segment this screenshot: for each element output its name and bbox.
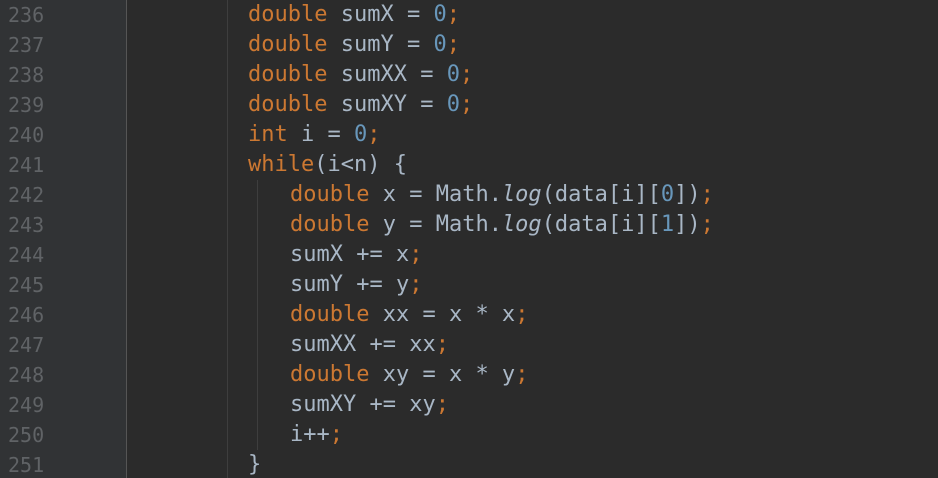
code-text: sumXY += xy bbox=[290, 392, 436, 417]
number-literal: 0 bbox=[660, 182, 675, 207]
keyword: double bbox=[290, 182, 370, 207]
indent-guide bbox=[227, 0, 228, 478]
method-name: log bbox=[501, 212, 542, 237]
code-line[interactable]: } bbox=[248, 450, 261, 478]
semicolon: ; bbox=[329, 422, 343, 447]
code-line[interactable]: i++; bbox=[290, 420, 343, 450]
number-literal: 1 bbox=[660, 212, 675, 237]
code-line[interactable]: double y = Math.log(data[i][1]); bbox=[290, 210, 714, 240]
code-text: sumXX = bbox=[327, 62, 447, 87]
code-text: (data[i][ bbox=[541, 182, 661, 207]
code-line[interactable]: sumXX += xx; bbox=[290, 330, 449, 360]
keyword: double bbox=[290, 212, 370, 237]
code-text: sumX += x bbox=[290, 242, 410, 267]
code-line[interactable]: double sumXX = 0; bbox=[248, 60, 473, 90]
line-number: 245 bbox=[8, 273, 45, 297]
semicolon: ; bbox=[409, 242, 423, 267]
line-number-gutter: 236 237 238 239 240 241 242 243 244 245 … bbox=[0, 0, 127, 478]
keyword: int bbox=[248, 122, 288, 147]
code-text: sumY += y bbox=[290, 272, 410, 297]
code-text: } bbox=[248, 452, 262, 477]
indent-guide bbox=[257, 180, 258, 450]
line-number: 242 bbox=[8, 183, 45, 207]
code-line[interactable]: double xy = x * y; bbox=[290, 360, 528, 390]
line-number: 240 bbox=[8, 123, 45, 147]
line-number: 238 bbox=[8, 63, 45, 87]
code-text: sumXY = bbox=[327, 92, 447, 117]
semicolon: ; bbox=[700, 212, 714, 237]
line-number: 237 bbox=[8, 33, 45, 57]
code-text: (i<n) { bbox=[314, 152, 407, 177]
keyword: double bbox=[248, 32, 328, 57]
semicolon: ; bbox=[446, 32, 460, 57]
semicolon: ; bbox=[409, 272, 423, 297]
code-text: ]) bbox=[674, 212, 701, 237]
keyword: double bbox=[248, 2, 328, 27]
code-text: ]) bbox=[674, 182, 701, 207]
code-line[interactable]: int i = 0; bbox=[248, 120, 380, 150]
code-line[interactable]: sumY += y; bbox=[290, 270, 422, 300]
semicolon: ; bbox=[446, 2, 460, 27]
semicolon: ; bbox=[459, 92, 474, 117]
semicolon: ; bbox=[435, 392, 449, 417]
code-text: y = Math. bbox=[369, 212, 502, 237]
number-literal: 0 bbox=[446, 92, 460, 117]
code-editor[interactable]: 236 237 238 239 240 241 242 243 244 245 … bbox=[0, 0, 938, 478]
code-text: (data[i][ bbox=[541, 212, 661, 237]
code-text: i++ bbox=[290, 422, 330, 447]
code-area[interactable]: double sumX = 0; double sumY = 0; double… bbox=[127, 0, 938, 478]
line-number: 243 bbox=[8, 213, 45, 237]
number-literal: 0 bbox=[353, 122, 368, 147]
number-literal: 0 bbox=[446, 62, 460, 87]
keyword: double bbox=[290, 302, 370, 327]
code-line[interactable]: sumX += x; bbox=[290, 240, 422, 270]
line-number: 236 bbox=[8, 3, 45, 27]
line-number: 241 bbox=[8, 153, 45, 177]
line-number: 239 bbox=[8, 93, 45, 117]
code-text: sumX = bbox=[327, 2, 434, 27]
line-number: 244 bbox=[8, 243, 45, 267]
semicolon: ; bbox=[459, 62, 474, 87]
line-number: 251 bbox=[8, 453, 45, 477]
code-line[interactable]: double sumY = 0; bbox=[248, 30, 460, 60]
semicolon: ; bbox=[700, 182, 714, 207]
code-text: sumXX += xx bbox=[290, 332, 436, 357]
method-name: log bbox=[501, 182, 542, 207]
code-line[interactable]: double sumXY = 0; bbox=[248, 90, 473, 120]
code-line[interactable]: double sumX = 0; bbox=[248, 0, 460, 30]
semicolon: ; bbox=[515, 302, 529, 327]
code-text: xx = x * x bbox=[369, 302, 516, 327]
number-literal: 0 bbox=[433, 32, 447, 57]
semicolon: ; bbox=[367, 122, 381, 147]
code-text: sumY = bbox=[327, 32, 434, 57]
keyword: while bbox=[248, 152, 315, 177]
line-number: 248 bbox=[8, 363, 45, 387]
semicolon: ; bbox=[515, 362, 529, 387]
keyword: double bbox=[248, 62, 328, 87]
code-line[interactable]: while(i<n) { bbox=[248, 150, 407, 180]
line-number: 249 bbox=[8, 393, 45, 417]
code-line[interactable]: double xx = x * x; bbox=[290, 300, 528, 330]
code-text: x = Math. bbox=[369, 182, 502, 207]
number-literal: 0 bbox=[433, 2, 447, 27]
code-line[interactable]: double x = Math.log(data[i][0]); bbox=[290, 180, 714, 210]
keyword: double bbox=[248, 92, 328, 117]
code-text: xy = x * y bbox=[369, 362, 516, 387]
line-number: 246 bbox=[8, 303, 45, 327]
line-number: 250 bbox=[8, 423, 45, 447]
semicolon: ; bbox=[435, 332, 449, 357]
code-text: i = bbox=[287, 122, 354, 147]
code-line[interactable]: sumXY += xy; bbox=[290, 390, 449, 420]
keyword: double bbox=[290, 362, 370, 387]
line-number: 247 bbox=[8, 333, 45, 357]
